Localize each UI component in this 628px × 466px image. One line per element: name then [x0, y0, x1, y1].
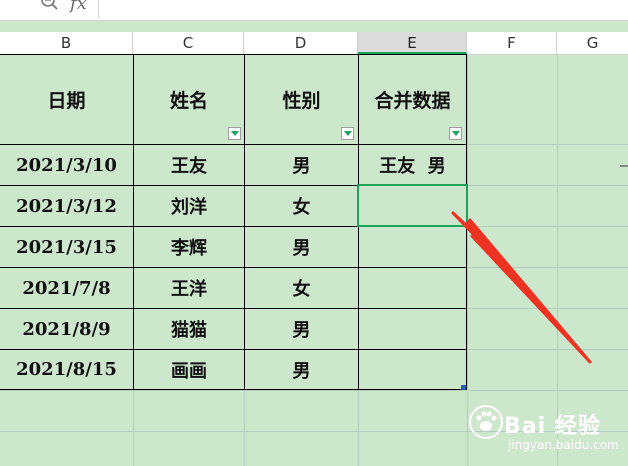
red-arrow-icon — [451, 211, 592, 364]
baidu-watermark: Bai 经验 jingyan.baidu.com — [468, 402, 619, 460]
watermark-text: Bai 经验 — [504, 414, 601, 439]
annotation-overlay — [451, 165, 628, 364]
paw-logo-icon — [469, 405, 503, 439]
watermark-url: jingyan.baidu.com — [508, 438, 619, 452]
